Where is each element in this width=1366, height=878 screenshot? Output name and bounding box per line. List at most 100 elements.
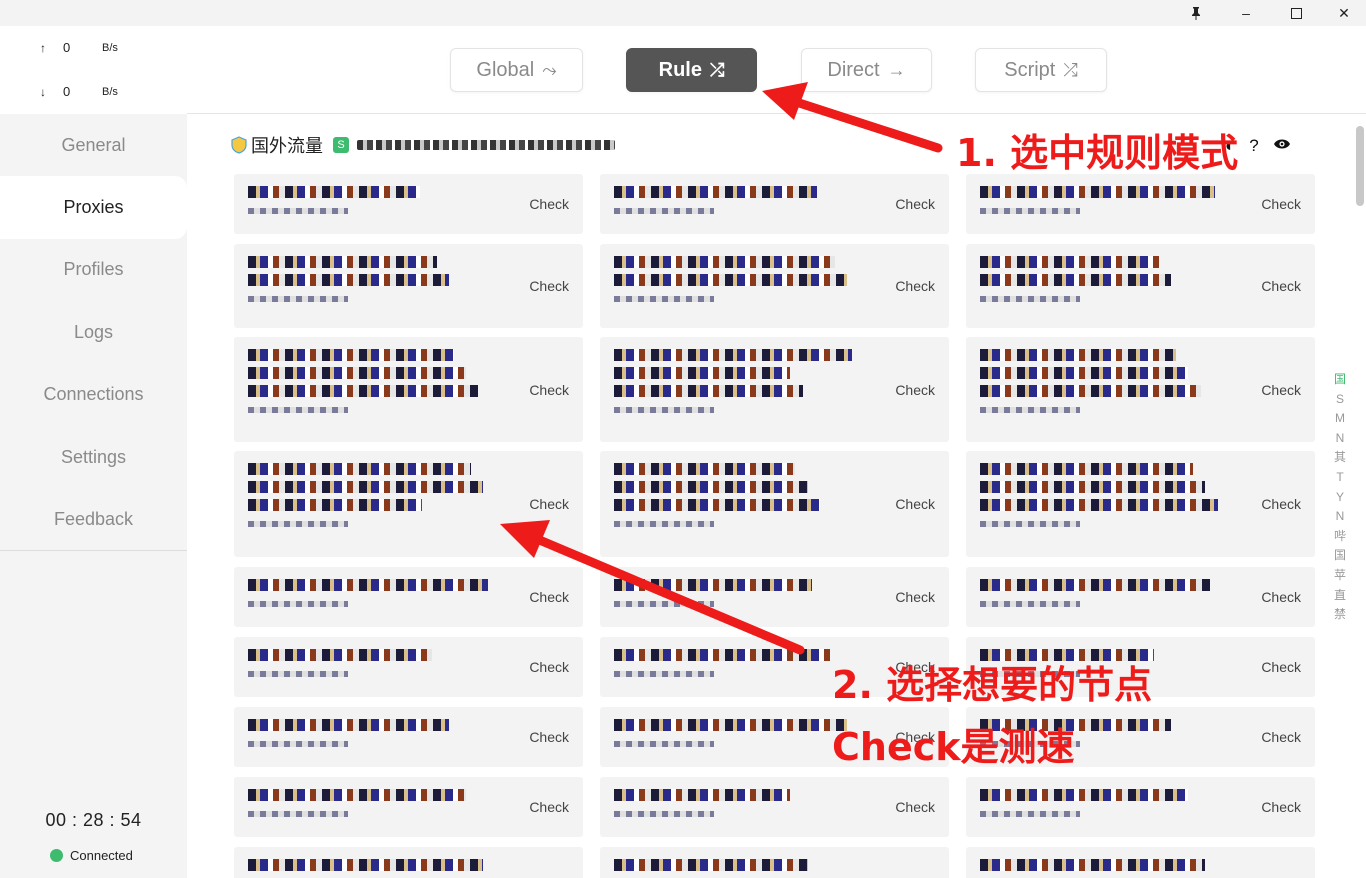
check-latency-button[interactable]: Check: [895, 278, 935, 294]
group-index-letter[interactable]: T: [1336, 468, 1343, 488]
proxy-node-name-redacted: [980, 463, 1225, 527]
sidebar-item-profiles[interactable]: Profiles: [0, 239, 187, 301]
proxy-node-card[interactable]: Check: [966, 337, 1315, 442]
proxy-node-card[interactable]: Check: [600, 777, 949, 837]
maximize-button[interactable]: [1272, 0, 1320, 26]
proxy-node-card[interactable]: Check: [234, 707, 583, 767]
proxy-node-card[interactable]: Check: [234, 637, 583, 697]
proxy-group-header[interactable]: 国外流量 S: [231, 132, 615, 158]
scrollbar[interactable]: [1356, 126, 1364, 206]
sidebar-item-settings[interactable]: Settings: [0, 426, 187, 488]
group-index-letter[interactable]: Y: [1336, 488, 1344, 508]
mode-script-button[interactable]: Script ⤮: [975, 48, 1107, 92]
check-latency-button[interactable]: Check: [1261, 278, 1301, 294]
check-latency-button[interactable]: Check: [1261, 382, 1301, 398]
sidebar-item-proxies[interactable]: Proxies: [0, 176, 187, 239]
group-index-letter[interactable]: 禁: [1334, 605, 1346, 625]
group-index-letter[interactable]: 国: [1334, 370, 1346, 390]
sidebar-item-general[interactable]: General: [0, 114, 187, 176]
proxy-node-card[interactable]: Check: [966, 777, 1315, 837]
proxy-node-card[interactable]: Check: [600, 244, 949, 328]
check-latency-button[interactable]: Check: [529, 729, 569, 745]
group-type-badge: S: [333, 137, 349, 153]
eye-icon[interactable]: [1273, 136, 1291, 156]
selected-node-redacted: [357, 140, 615, 150]
proxy-node-name-redacted: [980, 349, 1225, 413]
check-latency-button[interactable]: Check: [1261, 799, 1301, 815]
proxy-node-name-redacted: [248, 859, 493, 878]
mode-direct-button[interactable]: Direct →: [801, 48, 932, 92]
check-latency-button[interactable]: Check: [895, 496, 935, 512]
check-latency-button[interactable]: Check: [529, 659, 569, 675]
check-latency-button[interactable]: Check: [895, 382, 935, 398]
proxy-node-card[interactable]: Check: [234, 777, 583, 837]
check-latency-button[interactable]: Check: [529, 382, 569, 398]
check-latency-button[interactable]: Check: [529, 799, 569, 815]
sidebar-nav: General Proxies Profiles Logs Connection…: [0, 114, 187, 551]
check-latency-button[interactable]: Check: [529, 196, 569, 212]
check-latency-button[interactable]: Check: [895, 799, 935, 815]
proxy-node-card[interactable]: Check: [234, 174, 583, 234]
check-latency-button[interactable]: Check: [529, 589, 569, 605]
proxy-node-card[interactable]: Check: [966, 244, 1315, 328]
group-index-letter[interactable]: M: [1335, 409, 1345, 429]
proxy-node-card[interactable]: Check: [600, 567, 949, 627]
status-dot-icon: [50, 849, 63, 862]
proxy-node-name-redacted: [614, 789, 859, 817]
group-index-letter[interactable]: 国: [1334, 546, 1346, 566]
proxy-node-card[interactable]: Check: [600, 337, 949, 442]
check-latency-button[interactable]: Check: [1261, 496, 1301, 512]
check-latency-button[interactable]: Check: [529, 278, 569, 294]
check-latency-button[interactable]: Check: [1261, 589, 1301, 605]
proxy-node-card[interactable]: Check: [234, 451, 583, 557]
download-value: 0: [63, 84, 71, 99]
check-latency-button[interactable]: Check: [529, 496, 569, 512]
proxy-node-card[interactable]: [966, 847, 1315, 878]
mode-bar: Global ⤳ Rule ⤮ Direct → Script ⤮: [187, 26, 1366, 114]
check-latency-button[interactable]: Check: [1261, 729, 1301, 745]
annotation-step1: 1. 选中规则模式: [956, 131, 1239, 175]
proxy-node-card[interactable]: [600, 847, 949, 878]
download-arrow-icon: ↓: [40, 84, 46, 99]
minimize-button[interactable]: –: [1222, 0, 1270, 26]
group-index-letter[interactable]: 哔: [1334, 527, 1346, 547]
proxy-node-name-redacted: [980, 256, 1225, 302]
group-index-letter[interactable]: N: [1336, 507, 1345, 527]
proxy-node-card[interactable]: Check: [600, 451, 949, 557]
proxy-node-name-redacted: [980, 186, 1225, 214]
group-index-letter[interactable]: S: [1336, 390, 1344, 410]
proxy-node-name-redacted: [248, 719, 493, 747]
sidebar-item-logs[interactable]: Logs: [0, 301, 187, 363]
proxy-node-card[interactable]: Check: [600, 174, 949, 234]
check-latency-button[interactable]: Check: [1261, 659, 1301, 675]
check-latency-button[interactable]: Check: [895, 196, 935, 212]
group-index-letter[interactable]: 其: [1334, 448, 1346, 468]
proxy-node-card[interactable]: Check: [966, 174, 1315, 234]
mode-rule-button[interactable]: Rule ⤮: [626, 48, 757, 92]
proxy-node-name-redacted: [614, 719, 859, 747]
proxy-node-card[interactable]: Check: [234, 567, 583, 627]
proxy-node-card[interactable]: Check: [966, 567, 1315, 627]
connection-status: Connected: [50, 848, 133, 863]
proxy-node-card[interactable]: [234, 847, 583, 878]
pin-icon[interactable]: [1172, 0, 1220, 26]
download-unit: B/s: [102, 85, 118, 98]
rule-mode-icon: ⤮: [709, 59, 725, 80]
proxy-node-card[interactable]: Check: [966, 451, 1315, 557]
proxy-node-card[interactable]: Check: [234, 244, 583, 328]
group-index-letter[interactable]: 直: [1334, 586, 1346, 606]
check-latency-button[interactable]: Check: [1261, 196, 1301, 212]
shield-icon: [231, 136, 247, 154]
group-index-letter[interactable]: 苹: [1334, 566, 1346, 586]
proxy-node-card[interactable]: Check: [234, 337, 583, 442]
uptime-timer: 00 : 28 : 54: [45, 810, 142, 830]
proxy-node-name-redacted: [614, 349, 859, 413]
latency-test-icon[interactable]: ?: [1249, 136, 1258, 156]
sidebar-item-connections[interactable]: Connections: [0, 364, 187, 426]
check-latency-button[interactable]: Check: [895, 589, 935, 605]
script-mode-icon: ⤮: [1063, 59, 1078, 80]
group-index-letter[interactable]: N: [1336, 429, 1345, 449]
sidebar-item-feedback[interactable]: Feedback: [0, 488, 187, 550]
close-button[interactable]: ✕: [1320, 0, 1366, 26]
mode-global-button[interactable]: Global ⤳: [450, 48, 583, 92]
